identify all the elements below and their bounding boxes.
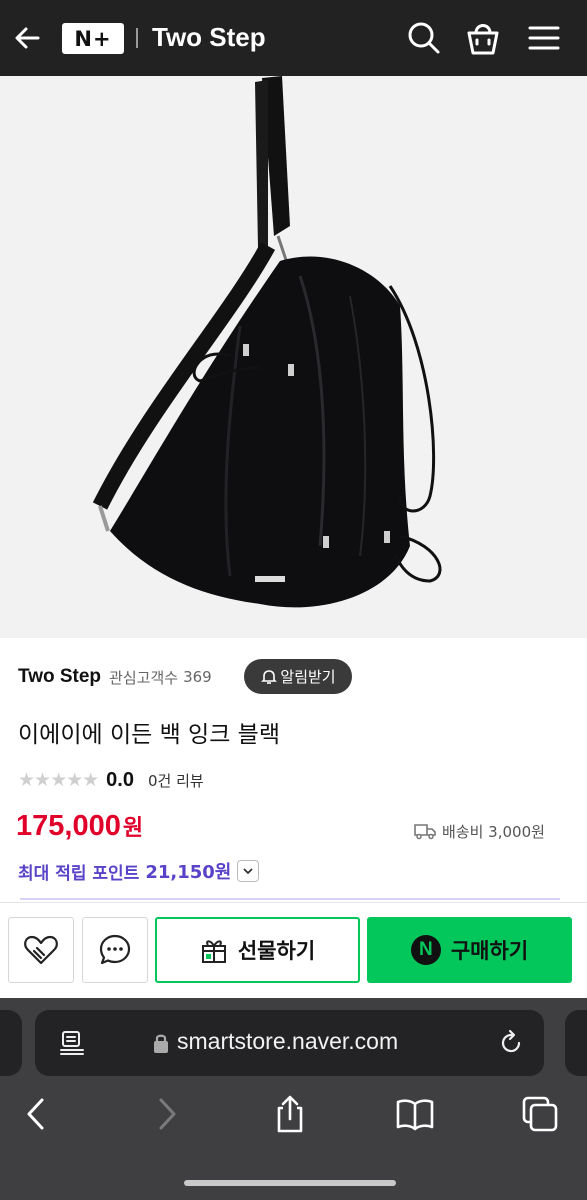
store-title[interactable]: Two Step [152,22,266,53]
delivery-truck-icon [414,824,436,840]
home-indicator [184,1180,396,1186]
points-label: 최대 적립 포인트 [18,863,140,884]
back-arrow-icon[interactable] [10,20,46,56]
buy-label: 구매하기 [450,939,529,963]
alarm-label: 알림받기 [280,668,336,686]
alarm-subscribe-button[interactable]: 알림받기 [244,659,352,694]
product-title: 이에이에 이든 백 잉크 블랙 [18,722,281,748]
lock-icon [154,1034,168,1053]
address-bar[interactable]: smartstore.naver.com [35,1010,544,1076]
points-row[interactable]: 최대 적립 포인트 21,150원 [18,856,260,886]
chat-bubble-icon [99,934,131,965]
review-count[interactable]: 0건 리뷰 [148,770,204,791]
reload-icon[interactable] [497,1029,525,1057]
points-expand-button[interactable] [237,860,260,882]
store-info-row: Two Step 관심고객수 369 [18,658,212,696]
share-icon[interactable] [270,1094,310,1134]
nav-forward-icon[interactable] [146,1094,186,1134]
gift-label: 선물하기 [237,939,316,963]
wishlist-button[interactable] [8,917,74,983]
browser-toolbar: smartstore.naver.com [0,998,587,1200]
price-value: 175,000 [16,810,121,842]
tabs-icon[interactable] [520,1094,560,1134]
naver-n-icon: N [410,935,441,965]
points-value: 21,150원 [145,862,232,883]
bookmarks-icon[interactable] [395,1094,435,1134]
header-divider [136,28,138,48]
menu-icon[interactable] [525,19,563,57]
bell-plus-icon [261,669,278,684]
purchase-action-bar: 선물하기 N 구매하기 [0,902,587,998]
product-image[interactable] [0,76,587,638]
url-text[interactable]: smartstore.naver.com [177,1028,398,1055]
naver-plus-logo[interactable]: N+ [62,23,124,54]
rating-value: 0.0 [106,768,134,791]
top-header: N+ Two Step [0,0,587,76]
rating-stars-icon: ★★★★★ [18,769,99,791]
points-divider [20,898,560,900]
store-name[interactable]: Two Step [18,666,101,688]
talk-button[interactable] [82,917,148,983]
gift-box-icon [201,940,226,963]
shopping-bag-icon[interactable] [464,19,502,57]
followers-count: 369 [183,668,212,686]
gift-button[interactable]: 선물하기 [155,917,360,983]
followers-label: 관심고객수 [109,668,179,687]
price-unit: 원 [122,816,144,841]
previous-tab-preview[interactable] [0,1010,22,1076]
nav-back-icon[interactable] [17,1094,57,1134]
rating-row[interactable]: ★★★★★ 0.0 0건 리뷰 [18,766,204,794]
search-icon[interactable] [405,19,443,57]
chevron-down-icon [243,868,253,875]
buy-button[interactable]: N 구매하기 [367,917,572,983]
heart-icon [24,935,58,965]
reader-icon[interactable] [59,1030,85,1056]
price-row: 175,000 원 [16,810,143,850]
next-tab-preview[interactable] [565,1010,587,1076]
bag-illustration [92,76,442,608]
shipping-info: 배송비 3,000원 [414,818,545,844]
shipping-fee: 배송비 3,000원 [442,822,545,841]
